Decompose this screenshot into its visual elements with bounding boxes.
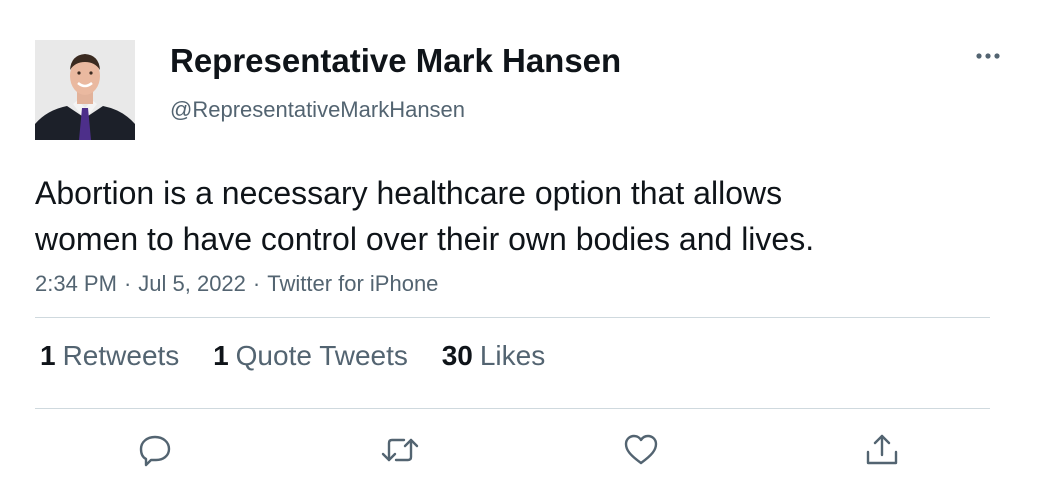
share-icon [866,434,898,465]
tweet-card: Representative Mark Hansen @Representati… [0,0,1050,480]
retweet-icon [381,438,419,462]
share-button[interactable] [860,428,904,472]
tweet-text: Abortion is a necessary healthcare optio… [35,170,995,262]
likes-count: 30 [441,340,473,371]
author-handle[interactable]: @RepresentativeMarkHansen [170,97,465,123]
like-button[interactable] [619,428,663,472]
retweets-count: 1 [40,340,56,371]
avatar-photo [35,40,135,140]
separator-dot: · [252,271,261,296]
retweets-stat[interactable]: 1 Retweets [40,340,179,372]
tweet-text-line: Abortion is a necessary healthcare optio… [35,175,783,211]
tweet-source[interactable]: Twitter for iPhone [267,271,438,296]
heart-icon [624,434,658,465]
more-horizontal-icon [976,53,1000,59]
retweet-button[interactable] [378,428,422,472]
separator-dot: · [123,271,132,296]
engagement-stats: 1 Retweets 1 Quote Tweets 30 Likes [40,340,571,372]
tweet-time[interactable]: 2:34 PM [35,271,117,296]
quote-tweets-label: Quote Tweets [235,340,408,371]
author-display-name[interactable]: Representative Mark Hansen [170,42,621,80]
avatar[interactable] [35,40,135,140]
more-options-button[interactable] [970,42,1006,70]
tweet-text-line: women to have control over their own bod… [35,221,815,257]
divider [35,408,990,409]
quote-tweets-stat[interactable]: 1 Quote Tweets [213,340,408,372]
likes-label: Likes [479,340,546,371]
quote-tweets-count: 1 [213,340,229,371]
divider [35,317,990,318]
reply-button[interactable] [133,428,177,472]
retweets-label: Retweets [62,340,180,371]
reply-icon [139,435,171,467]
tweet-metadata: 2:34 PM · Jul 5, 2022 · Twitter for iPhone [35,271,438,297]
likes-stat[interactable]: 30 Likes [442,340,546,372]
tweet-date[interactable]: Jul 5, 2022 [138,271,246,296]
